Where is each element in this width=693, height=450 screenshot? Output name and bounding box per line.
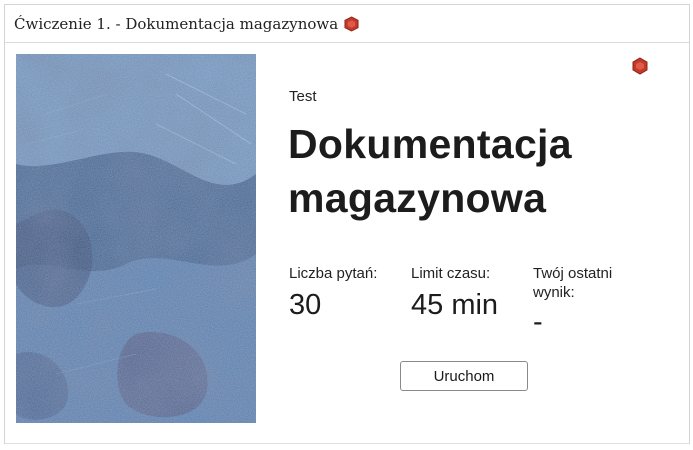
hexagon-icon (632, 57, 648, 75)
stat-label: Limit czasu: (411, 265, 491, 282)
stat-value: - (533, 306, 543, 338)
card-header: Ćwiczenie 1. - Dokumentacja magazynowa (5, 5, 689, 43)
stat-question-count: Liczba pytań: 30 (289, 264, 377, 322)
stat-label: Twój ostatni wynik: (533, 265, 613, 301)
stat-value: 45 min (411, 289, 499, 321)
start-quiz-button[interactable]: Uruchom (400, 361, 528, 391)
quiz-type-label: Test (289, 88, 317, 105)
hexagon-icon (344, 15, 359, 32)
stat-label: Liczba pytań: (289, 265, 378, 282)
card-header-title: Ćwiczenie 1. - Dokumentacja magazynowa (14, 14, 339, 33)
card-bottom-divider (5, 443, 689, 444)
quiz-title: Dokumentacja magazynowa (288, 121, 572, 221)
stat-value: 30 (289, 289, 322, 321)
stat-time-limit: Limit czasu: 45 min (411, 264, 498, 322)
stat-last-score: Twój ostatni wynik: - (533, 264, 643, 339)
cover-image (16, 54, 256, 423)
